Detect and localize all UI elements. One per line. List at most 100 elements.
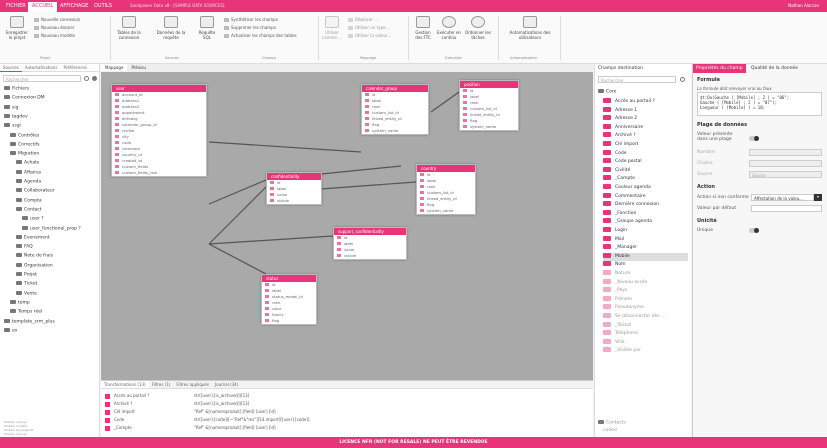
tree-item[interactable]: Correctifs	[10, 141, 40, 151]
tab-automatisations[interactable]: Automatisations	[22, 64, 61, 71]
field-coded[interactable]: coded	[603, 428, 617, 433]
destination-field[interactable]: Code postal	[603, 158, 642, 167]
move-button[interactable]: Déplacer ...	[348, 17, 378, 23]
tree-item[interactable]: Achats	[16, 160, 39, 169]
table-field[interactable]: system_name	[417, 208, 475, 214]
user-automations-button[interactable]: Automatisations des utilisateurs	[505, 16, 555, 40]
schedule-tasks-button[interactable]: Ordonner les tâches	[464, 16, 492, 40]
refresh-fields-button[interactable]: Actualiser les champs des tables	[224, 33, 297, 39]
use-value-button[interactable]: Utiliser la valeur...	[348, 33, 391, 39]
transformation-row[interactable]: Accès au portail ? str([user].[is_archive…	[101, 393, 593, 400]
table-field[interactable]: custom_fields_raw	[112, 170, 206, 176]
tree-item[interactable]: Fichiers	[4, 86, 29, 95]
tree-item[interactable]: temp	[10, 299, 30, 309]
run-continuous-button[interactable]: Exécuter en continu	[436, 16, 462, 40]
table-calendar-group[interactable]: calendar_group id label rank custom_list_id l…	[361, 84, 429, 135]
table-header[interactable]: support_confidentiality	[334, 228, 406, 235]
checkbox-icon[interactable]	[105, 425, 110, 431]
destination-field[interactable]: Clé import	[603, 141, 638, 150]
range-nombre-input[interactable]	[749, 149, 822, 156]
tab-data-quality[interactable]: Qualité de la donnée	[748, 64, 801, 73]
transformation-row[interactable]: Code str([user].[code])[~"Ref"&"ms"][14.i…	[101, 417, 593, 424]
destination-field[interactable]: Pseudonyme	[603, 304, 644, 313]
range-source-select[interactable]: Source	[749, 171, 822, 178]
destination-field[interactable]: _Manager	[603, 244, 637, 253]
table-header[interactable]: confidentiality	[267, 173, 321, 180]
tree-item[interactable]: Contact	[16, 206, 42, 216]
tab-sources[interactable]: Sources	[0, 64, 22, 72]
destination-field[interactable]: Anniversaire	[603, 123, 643, 133]
use-type-button[interactable]: Utiliser un type...	[348, 25, 389, 31]
sources-search-input[interactable]: Rechercher	[3, 75, 81, 82]
destination-field[interactable]: Code	[603, 149, 627, 159]
ftc-management-button[interactable]: Gestion des FTC	[412, 16, 434, 40]
new-folder-button[interactable]: Nouveau dossier	[34, 25, 74, 31]
tree-item[interactable]: Contrôles	[10, 132, 39, 142]
tab-fichier[interactable]: FICHIER	[2, 2, 30, 12]
tree-item[interactable]: user ?	[22, 216, 44, 225]
tree-item[interactable]: Affaires	[16, 169, 41, 179]
tab-journal[interactable]: Journal (34)	[212, 381, 241, 388]
checkbox-icon[interactable]	[105, 401, 110, 407]
search-icon[interactable]	[680, 77, 685, 82]
tree-item[interactable]: Organisation	[16, 262, 53, 272]
action-select[interactable]: Affectation de la valeu...	[751, 194, 814, 201]
table-user[interactable]: user account_id address1 address2 appartment…	[111, 84, 207, 177]
tab-transformations[interactable]: Transformations (13)	[101, 381, 149, 388]
tree-item[interactable]: tagdev	[4, 113, 28, 123]
table-header[interactable]: position	[460, 81, 518, 88]
destination-field[interactable]: Mail	[603, 235, 624, 245]
table-field[interactable]: visible	[334, 253, 406, 259]
transformation-row[interactable]: Clé import "Ref" &[numeroproduit].[field]…	[101, 409, 593, 416]
destination-field[interactable]: _Compte	[603, 175, 635, 184]
table-header[interactable]: country	[417, 165, 475, 172]
destination-field[interactable]: Couleur agenda	[603, 184, 651, 193]
tab-accueil[interactable]: ACCUEIL	[28, 2, 58, 12]
destination-field[interactable]: Adresse 2	[603, 115, 637, 124]
table-header[interactable]: user	[112, 85, 206, 92]
tab-filtres[interactable]: Filtres (1)	[149, 381, 174, 388]
destination-field[interactable]: Accès au portail ?	[603, 98, 655, 107]
destination-field[interactable]: _Pays	[603, 287, 628, 296]
table-support-confidentiality[interactable]: support_confidentiality id label value visib…	[333, 227, 407, 260]
settings-icon[interactable]	[92, 76, 97, 81]
transformation-row[interactable]: Archivé ? str([user].[is_archived])[13]	[101, 401, 593, 408]
tab-affichage[interactable]: AFFICHAGE	[56, 2, 92, 12]
tree-item[interactable]: template_crm_plus	[4, 318, 55, 328]
destination-field[interactable]: Nature	[603, 270, 630, 279]
table-field[interactable]: system_name	[362, 128, 428, 134]
destination-field[interactable]: Adresse 1	[603, 106, 637, 116]
use-as-button[interactable]: Utiliser comme ...	[322, 16, 342, 40]
destination-field[interactable]: Civilité	[603, 166, 630, 176]
group-contacts[interactable]: Contacts	[598, 420, 626, 426]
user-name[interactable]: Nathan Alarcon	[788, 3, 819, 8]
tab-field-properties[interactable]: Propriétés du champ	[693, 64, 746, 73]
new-model-button[interactable]: Nouveau modèle	[34, 33, 75, 39]
table-country[interactable]: country id label rank custom_list_id linked_e…	[416, 164, 476, 215]
tree-item[interactable]: Agenda	[16, 179, 41, 188]
range-toggle[interactable]	[749, 136, 759, 141]
tree-item[interactable]: ex	[4, 327, 17, 337]
tab-preferences[interactable]: Préférences	[60, 64, 90, 71]
destination-field[interactable]: Dernière connexion	[603, 201, 659, 210]
group-core[interactable]: Core	[598, 89, 616, 95]
tree-item[interactable]: Projet	[16, 272, 37, 281]
destination-field[interactable]: Se déconnecter dès ...	[603, 313, 665, 322]
destination-field[interactable]: Ville	[603, 338, 625, 348]
new-connection-button[interactable]: Nouvelle connexion	[34, 17, 80, 23]
checkbox-icon[interactable]	[105, 417, 110, 423]
destination-field[interactable]: Téléphone	[603, 330, 638, 339]
formula-editor[interactable]: $t:Ou(Gauche ( [Mobile] ; 2 ) = "06"; Ga…	[697, 92, 822, 116]
destination-field[interactable]: _Fonction	[603, 209, 636, 219]
destination-field[interactable]: Nom	[603, 261, 626, 270]
table-field[interactable]: visible	[267, 198, 321, 204]
destination-field[interactable]: Commentaire	[603, 192, 646, 202]
connection-tables-button[interactable]: Tables de la connexion	[114, 16, 144, 40]
search-icon[interactable]	[84, 76, 89, 81]
mapping-canvas[interactable]: Mappage Prévisu user account_id address1 add…	[101, 64, 593, 380]
destination-field[interactable]: _Niveau accès	[603, 278, 647, 288]
destination-field[interactable]: Prénom	[603, 295, 632, 305]
checkbox-icon[interactable]	[105, 393, 110, 399]
destination-field[interactable]: Mobile	[603, 252, 688, 262]
tree-item[interactable]: ssgi	[4, 123, 21, 132]
